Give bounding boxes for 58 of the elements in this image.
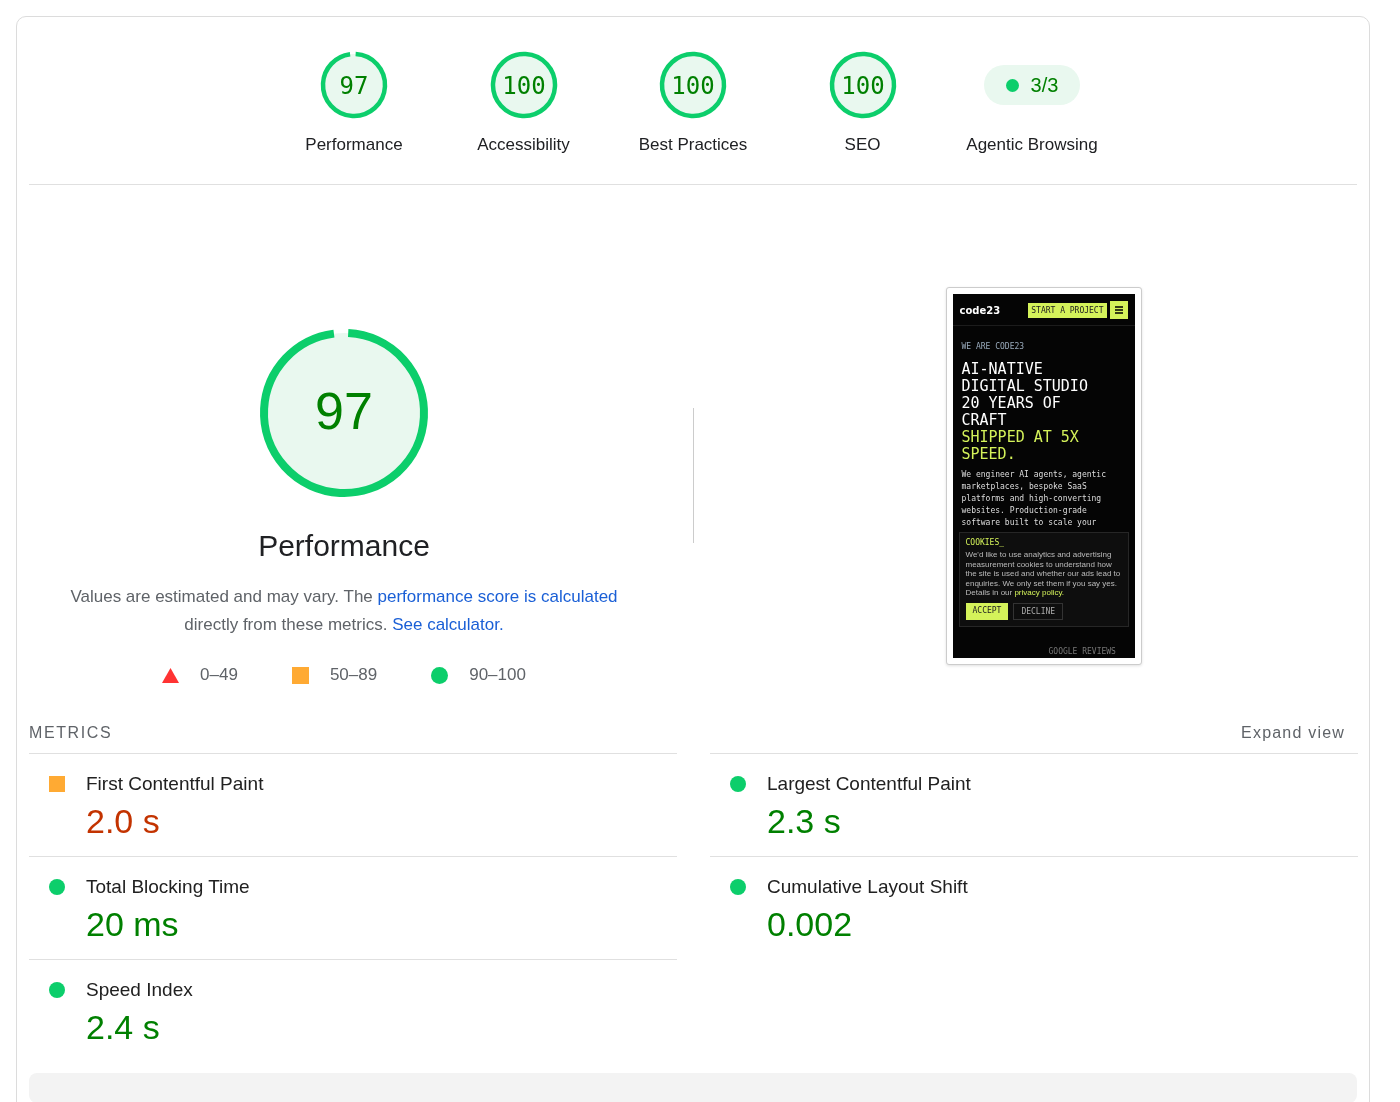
- score-value: 97: [315, 382, 373, 440]
- metrics-heading: METRICS: [29, 724, 113, 742]
- metric-value: 2.0 s: [86, 801, 161, 842]
- legend-label: 0–49: [200, 665, 238, 685]
- category-label: SEO: [844, 135, 881, 155]
- headline-line: AI-NATIVE: [961, 361, 1044, 378]
- metric-value: 20 ms: [86, 904, 180, 945]
- square-icon: [49, 776, 65, 792]
- headline-line: SPEED.: [961, 446, 1017, 463]
- triangle-icon: [162, 666, 180, 684]
- score-description: Values are estimated and may vary. The performance score is calculated directly from these metrics. See calculator.: [69, 586, 619, 636]
- calculator-link[interactable]: performance score is: [377, 587, 537, 606]
- score-gauge[interactable]: 100: [658, 50, 728, 120]
- cookie-title: COOKIES_: [965, 538, 1006, 547]
- reviews-label: GOOGLE REVIEWS: [1048, 647, 1116, 657]
- metric-name: Cumulative Layout Shift: [767, 875, 968, 899]
- metric-value: 2.4 s: [86, 1007, 161, 1048]
- metric-value: 0.002: [767, 904, 854, 945]
- cookie-text: We'd like to use analytics and advertising measurement cookies to understand how the site is used and whether our ads lead to enquiries. We only set them if you say yes. Details in our privacy policy.: [965, 550, 1122, 598]
- square-icon: [291, 666, 309, 684]
- metric-value: 2.3 s: [767, 801, 842, 842]
- circle-icon: [730, 879, 746, 895]
- legend-label: 50–89: [329, 665, 378, 685]
- score-value: 3/3: [1030, 73, 1059, 97]
- category-label: Agentic Browsing: [966, 135, 1098, 155]
- score-pill[interactable]: 3/3: [983, 65, 1081, 105]
- headline-line: SHIPPED AT 5X: [961, 429, 1080, 446]
- headline-line: CRAFT: [961, 412, 1008, 429]
- legend-label: 90–100: [469, 665, 526, 685]
- expand-view-button[interactable]: Expand view: [1241, 724, 1357, 742]
- intro-paragraph: We engineer AI agents, agentic marketplaces, bespoke SaaS platforms and high-converting websites. Production-grade software built to scale your: [961, 469, 1107, 529]
- score-value: 100: [501, 72, 546, 100]
- eyebrow-text: WE ARE CODE23: [961, 342, 1026, 351]
- score-value: 100: [671, 72, 715, 100]
- circle-icon: [49, 879, 65, 895]
- metric-name: Largest Contentful Paint: [767, 772, 971, 796]
- site-logo: code23: [959, 304, 1002, 316]
- category-label: Performance: [305, 135, 403, 155]
- pass-dot-icon: [1005, 78, 1019, 92]
- menu-icon: [1109, 301, 1128, 319]
- metric-name: First Contentful Paint: [86, 772, 264, 796]
- metric-name: Speed Index: [86, 978, 193, 1002]
- category-label: Best Practices: [638, 135, 748, 155]
- circle-icon: [49, 982, 65, 998]
- calculator-link[interactable]: See calculator.: [392, 615, 504, 634]
- calculator-link[interactable]: calculated: [541, 587, 618, 606]
- score-value: 97: [339, 72, 369, 100]
- headline-line: 20 YEARS OF: [961, 395, 1062, 412]
- score-gauge[interactable]: 97: [319, 50, 389, 120]
- metric-name: Total Blocking Time: [86, 875, 250, 899]
- score-gauge[interactable]: 100: [488, 50, 559, 120]
- score-value: 100: [840, 72, 885, 100]
- circle-icon: [730, 776, 746, 792]
- headline-line: DIGITAL STUDIO: [961, 378, 1089, 395]
- category-title: Performance: [258, 529, 430, 563]
- category-label: Accessibility: [477, 135, 570, 155]
- score-gauge[interactable]: 100: [827, 50, 898, 120]
- circle-icon: [431, 666, 449, 684]
